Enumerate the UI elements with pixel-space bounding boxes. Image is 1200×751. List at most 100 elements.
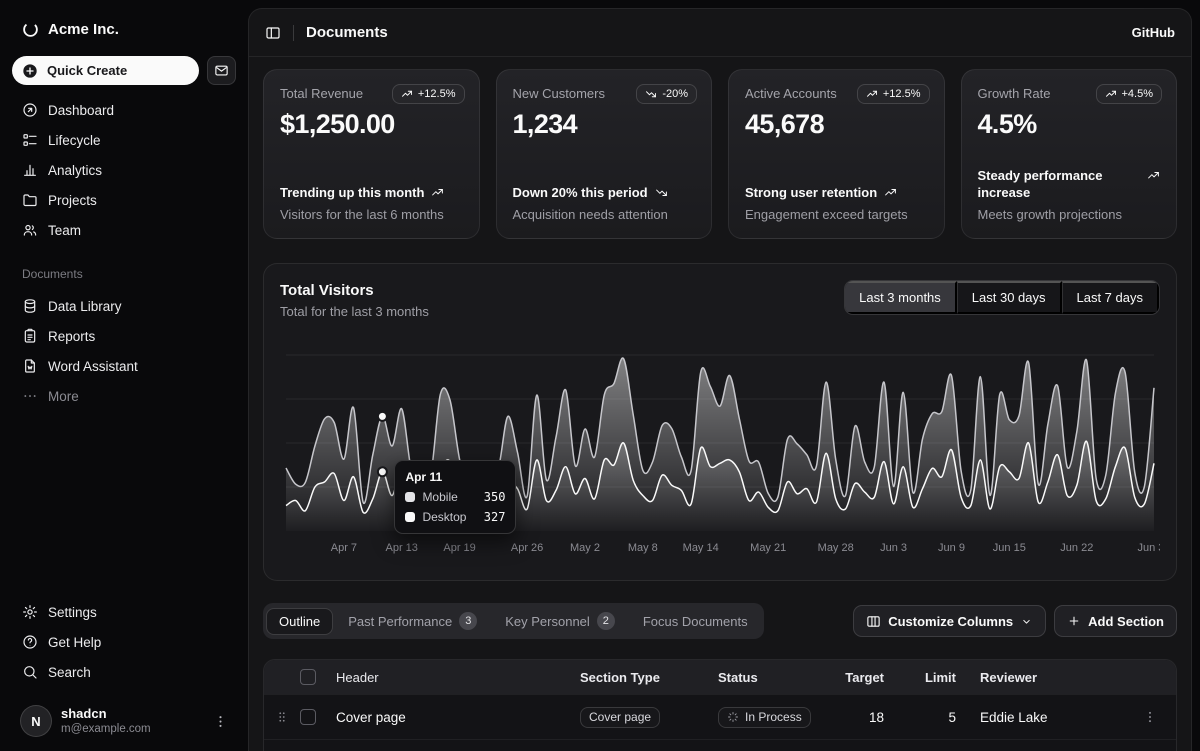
section-type-badge: Cover page [580,707,660,728]
svg-text:May 21: May 21 [750,542,786,554]
stat-footer-text: Steady performance increase [978,167,1141,202]
sidebar-nav-documents: Data LibraryReports Word Assistant More [12,291,236,411]
series-swatch [405,492,415,502]
sidebar-item-label: Search [48,665,91,680]
customize-columns-label: Customize Columns [888,614,1013,629]
column-header-status: Status [718,670,836,685]
sidebar-item-more[interactable]: More [12,381,236,411]
stat-card-4: Growth Rate+4.5%4.5%Steady performance i… [961,69,1178,239]
stat-card-1: Total Revenue+12.5%$1,250.00Trending up … [263,69,480,239]
sidebar-item-label: Word Assistant [48,359,138,374]
sidebar-item-analytics[interactable]: Analytics [12,155,236,185]
customize-columns-button[interactable]: Customize Columns [853,605,1046,637]
page-title: Documents [306,24,388,41]
sidebar-toggle-icon[interactable] [265,25,281,41]
column-header-target: Target [836,670,884,685]
sidebar-item-settings[interactable]: Settings [12,597,236,627]
tooltip-series-value: 327 [484,510,506,524]
user-email: m@example.com [61,722,151,736]
chart-area[interactable]: Apr 7Apr 13Apr 19Apr 26May 2May 8May 14M… [280,341,1160,568]
cell-limit: 5 [884,710,956,725]
column-header-reviewer: Reviewer [956,670,1124,685]
user-kebab-icon[interactable] [213,714,228,729]
stat-value: $1,250.00 [280,109,463,140]
svg-text:Jun 9: Jun 9 [938,542,965,554]
cell-target: 18 [836,710,884,725]
sidebar-item-lifecycle[interactable]: Lifecycle [12,125,236,155]
tab-outline[interactable]: Outline [266,608,333,635]
tab-label: Key Personnel [505,614,590,629]
folder-icon [22,192,38,208]
stat-card-2: New Customers-20%1,234Down 20% this peri… [496,69,713,239]
avatar: N [20,705,52,737]
active-dot-mobile [378,467,387,476]
sidebar-item-reports[interactable]: Reports [12,321,236,351]
svg-text:May 8: May 8 [628,542,658,554]
tab-count-badge: 3 [459,612,477,630]
stat-footer-text: Trending up this month [280,184,424,202]
tab-label: Focus Documents [643,614,748,629]
tab-count-badge: 2 [597,612,615,630]
stat-footer-line2: Engagement exceed targets [745,207,928,222]
active-dot-desktop [378,412,387,421]
more-icon [22,388,38,404]
stat-footer-line1: Down 20% this period [513,184,696,202]
range-button-last-3-months[interactable]: Last 3 months [845,281,957,314]
analytics-icon [22,162,38,178]
tab-key-personnel[interactable]: Key Personnel 2 [492,606,628,636]
github-link[interactable]: GitHub [1132,25,1175,40]
sidebar-item-data-library[interactable]: Data Library [12,291,236,321]
stat-footer-line1: Trending up this month [280,184,463,202]
search-icon [22,664,38,680]
sidebar-item-team[interactable]: Team [12,215,236,245]
range-toggle-group: Last 3 monthsLast 30 daysLast 7 days [844,280,1160,315]
chart-tooltip: Apr 11 Mobile350 Desktop327 [394,460,516,534]
user-menu[interactable]: N shadcn m@example.com [12,699,236,743]
stat-card-3: Active Accounts+12.5%45,678Strong user r… [728,69,945,239]
acme-logo-icon [22,21,39,38]
trending-up-icon [1105,88,1117,100]
sidebar-item-projects[interactable]: Projects [12,185,236,215]
settings-icon [22,604,38,620]
svg-text:Jun 22: Jun 22 [1060,542,1093,554]
column-header-limit: Limit [884,670,956,685]
sidebar-item-search[interactable]: Search [12,657,236,687]
trend-badge: +4.5% [1096,84,1163,104]
svg-text:May 14: May 14 [683,542,719,554]
sidebar-item-get-help[interactable]: Get Help [12,627,236,657]
brand[interactable]: Acme Inc. [12,14,236,44]
plus-circle-icon [22,63,38,79]
status-loader-icon [727,711,739,723]
app-header: Documents GitHub [249,9,1191,57]
row-checkbox[interactable] [300,709,316,725]
stat-footer-line1: Steady performance increase [978,167,1161,202]
row-menu-icon[interactable] [1124,710,1176,724]
sidebar-item-dashboard[interactable]: Dashboard [12,95,236,125]
tooltip-row: Desktop327 [405,510,505,524]
sidebar-item-label: Projects [48,193,97,208]
range-button-last-30-days[interactable]: Last 30 days [957,281,1062,314]
table-row: Cover pageCover page In Process 185Eddie L… [264,694,1176,739]
cell-name[interactable]: Cover page [336,710,580,725]
quick-create-label: Quick Create [47,63,127,78]
sidebar-item-word-assistant[interactable]: Word Assistant [12,351,236,381]
tooltip-date: Apr 11 [405,470,505,484]
svg-text:Apr 26: Apr 26 [511,542,543,554]
stat-footer-text: Strong user retention [745,184,877,202]
status-badge: In Process [718,707,811,728]
columns-icon [866,614,881,629]
tab-past-performance[interactable]: Past Performance3 [335,606,490,636]
add-section-button[interactable]: Add Section [1054,605,1177,637]
sidebar-item-label: Team [48,223,81,238]
stat-footer-text: Down 20% this period [513,184,648,202]
cell-reviewer: Eddie Lake [956,710,1124,725]
range-button-last-7-days[interactable]: Last 7 days [1062,281,1160,314]
sidebar-item-label: Lifecycle [48,133,101,148]
inbox-button[interactable] [207,56,236,85]
drag-handle-icon[interactable] [264,710,300,724]
trend-badge: -20% [636,84,697,104]
tooltip-row: Mobile350 [405,490,505,504]
quick-create-button[interactable]: Quick Create [12,56,199,85]
tab-focus-documents[interactable]: Focus Documents [630,608,761,635]
select-all-checkbox[interactable] [300,669,316,685]
